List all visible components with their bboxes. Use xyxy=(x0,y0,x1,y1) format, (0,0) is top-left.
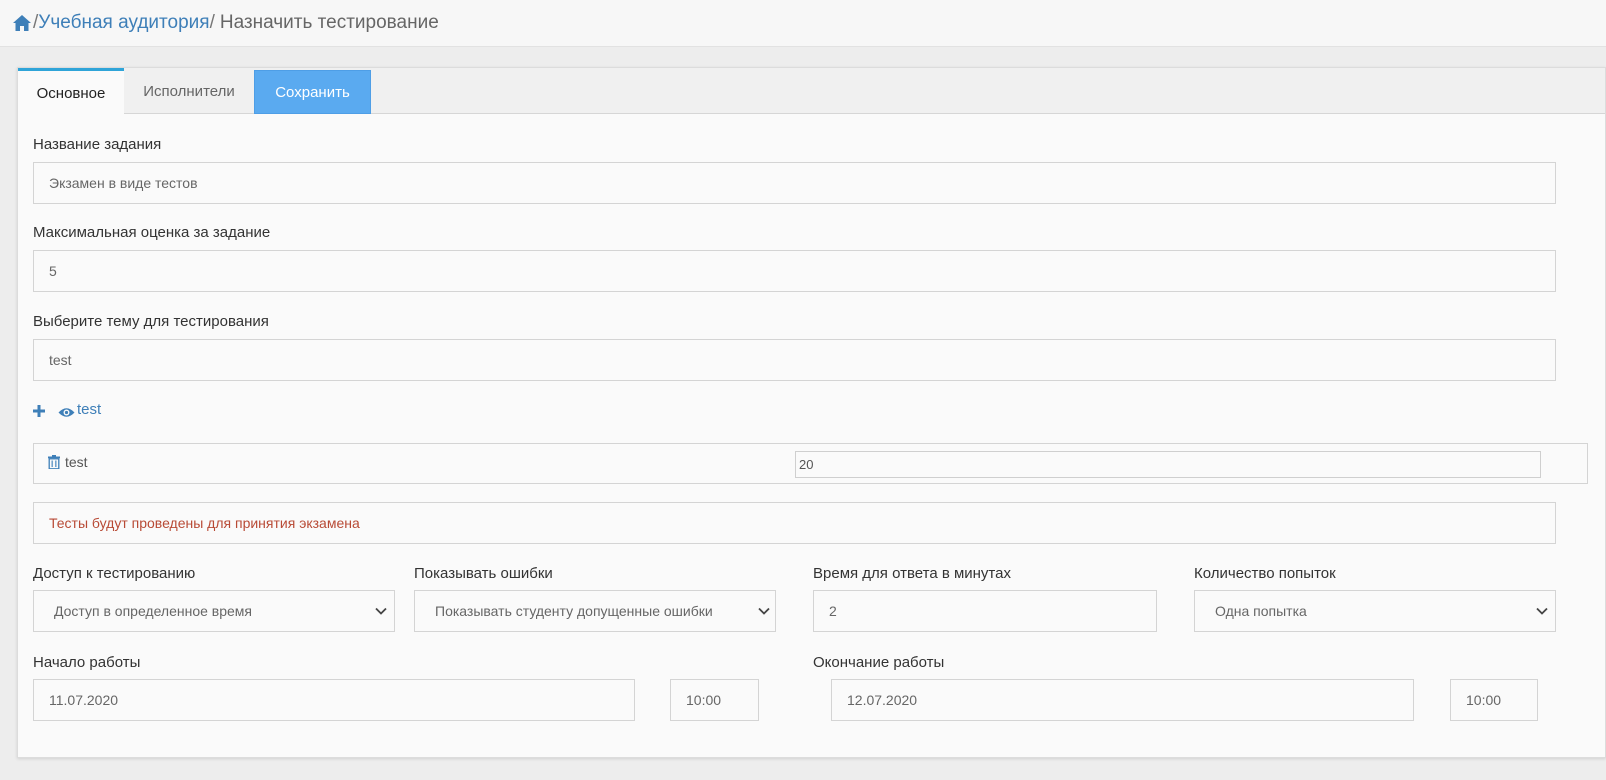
chevron-down-icon xyxy=(374,604,388,618)
topic-label: Выберите тему для тестирования xyxy=(33,313,269,330)
task-name-label: Название задания xyxy=(33,136,162,153)
show-errors-select-value: Показывать студенту допущенные ошибки xyxy=(435,603,713,619)
home-icon[interactable] xyxy=(12,13,32,33)
access-select-value: Доступ в определенное время xyxy=(54,603,253,619)
attempts-label: Количество попыток xyxy=(1194,565,1336,582)
max-grade-input[interactable]: 5 xyxy=(33,250,1556,292)
chevron-down-icon xyxy=(1535,604,1549,618)
plus-icon[interactable] xyxy=(33,404,45,422)
start-time-input[interactable]: 10:00 xyxy=(670,679,759,721)
attempts-select-value: Одна попытка xyxy=(1215,603,1307,619)
breadcrumb-separator: / xyxy=(209,12,215,33)
end-time-input[interactable]: 10:00 xyxy=(1450,679,1538,721)
chevron-down-icon xyxy=(753,604,773,618)
answer-time-label: Время для ответа в минутах xyxy=(813,565,1011,582)
topic-row-name: test xyxy=(65,454,88,470)
eye-icon[interactable] xyxy=(58,405,75,423)
end-label: Окончание работы xyxy=(813,654,945,671)
save-button[interactable]: Сохранить xyxy=(254,70,371,114)
description-input[interactable]: Тесты будут проведены для принятия экзам… xyxy=(33,502,1556,544)
breadcrumb: / Учебная аудитория / Назначить тестиров… xyxy=(0,0,1606,47)
tab-main[interactable]: Основное xyxy=(18,68,124,115)
view-topic-link[interactable]: test xyxy=(77,401,101,418)
breadcrumb-current: Назначить тестирование xyxy=(219,12,439,33)
access-label: Доступ к тестированию xyxy=(33,565,196,582)
attempts-select[interactable]: Одна попытка xyxy=(1194,590,1556,632)
answer-time-input[interactable]: 2 xyxy=(813,590,1157,632)
end-date-input[interactable]: 12.07.2020 xyxy=(831,679,1414,721)
assignment-panel: Основное Исполнители Сохранить Название … xyxy=(17,67,1606,758)
topic-input[interactable]: test xyxy=(33,339,1556,381)
show-errors-select[interactable]: Показывать студенту допущенные ошибки xyxy=(414,590,776,632)
max-grade-label: Максимальная оценка за задание xyxy=(33,224,271,241)
topic-row: test 20 xyxy=(33,443,1588,484)
access-select[interactable]: Доступ в определенное время xyxy=(33,590,395,632)
start-label: Начало работы xyxy=(33,654,141,671)
tab-bar: Основное Исполнители Сохранить xyxy=(18,68,1605,115)
trash-icon[interactable] xyxy=(48,455,62,470)
show-errors-label: Показывать ошибки xyxy=(414,565,553,582)
task-name-input[interactable]: Экзамен в виде тестов xyxy=(33,162,1556,204)
breadcrumb-link-classroom[interactable]: Учебная аудитория xyxy=(38,12,209,34)
question-count-input[interactable]: 20 xyxy=(795,451,1541,478)
start-date-input[interactable]: 11.07.2020 xyxy=(33,679,635,721)
tab-performers[interactable]: Исполнители xyxy=(124,68,254,114)
